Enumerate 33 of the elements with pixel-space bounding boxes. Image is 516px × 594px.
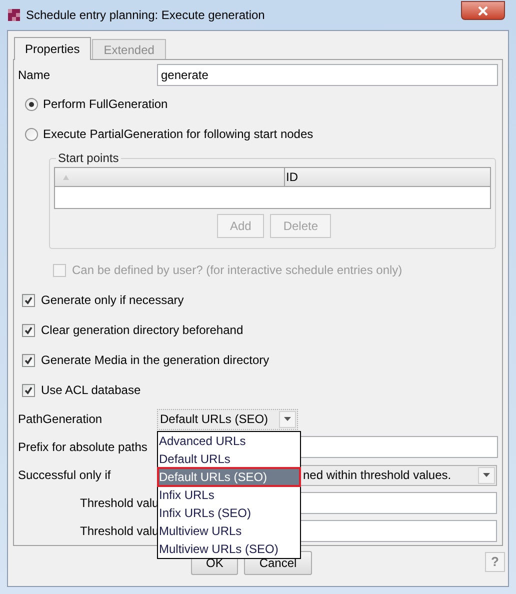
checkbox[interactable] xyxy=(22,384,35,396)
name-field[interactable]: generate xyxy=(157,64,498,86)
window-title: Schedule entry planning: Execute generation xyxy=(26,7,265,24)
sort-icon xyxy=(63,174,69,180)
dropdown-option[interactable]: Advanced URLs xyxy=(158,432,300,450)
dropdown-option[interactable]: Infix URLs xyxy=(158,486,300,504)
checkbox-label: Use ACL database xyxy=(41,382,141,399)
field-label: Successful only if xyxy=(18,467,112,484)
dropdown-option[interactable]: Multiview URLs xyxy=(158,522,300,540)
radio-label: Perform FullGeneration xyxy=(43,96,168,113)
field-label: Prefix for absolute paths xyxy=(18,439,148,456)
checkbox-label: Clear generation directory beforehand xyxy=(41,322,244,339)
close-icon xyxy=(478,6,488,16)
combo-value: Default URLs (SEO) xyxy=(160,411,268,428)
checkbox[interactable] xyxy=(22,324,35,336)
group-title: Start points xyxy=(57,150,120,167)
combo-value: ned within threshold values. xyxy=(303,467,452,484)
dropdown-option[interactable]: Infix URLs (SEO) xyxy=(158,504,300,522)
field-label: Name xyxy=(18,66,52,84)
checkbox-label: Generate only if necessary xyxy=(41,292,184,309)
radio-button[interactable] xyxy=(25,98,38,110)
checkbox-label: Can be defined by user? (for interactive schedule entries only) xyxy=(72,262,402,279)
radio-button[interactable] xyxy=(25,128,38,140)
checkbox-label: Generate Media in the generation directory xyxy=(41,352,270,369)
dropdown-option[interactable]: Default URLs (SEO) xyxy=(158,468,300,486)
app-icon xyxy=(8,9,20,21)
tab[interactable]: Properties xyxy=(14,37,91,60)
checkbox[interactable] xyxy=(22,294,35,306)
close-button[interactable] xyxy=(461,1,505,20)
radio-label: Execute PartialGeneration for following start nodes xyxy=(43,126,314,143)
checkbox[interactable] xyxy=(22,354,35,366)
path-generation-dropdown[interactable]: Default URLs (SEO) xyxy=(157,408,298,430)
field-label: PathGeneration xyxy=(18,411,104,428)
